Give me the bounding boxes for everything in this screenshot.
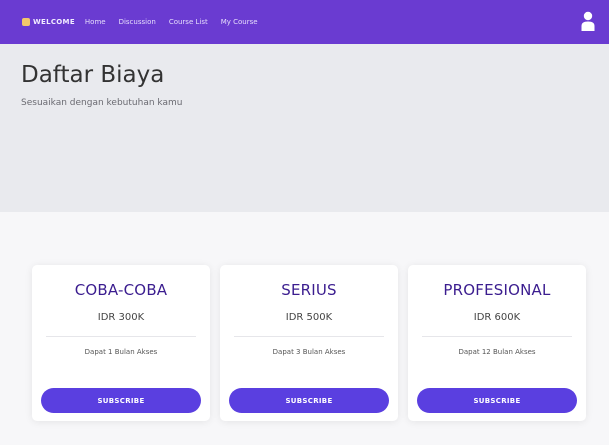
page-subtitle: Sesuaikan dengan kebutuhan kamu	[21, 98, 183, 108]
nav-link-discussion[interactable]: Discussion	[119, 18, 156, 26]
brand-name: WELCOME	[33, 18, 75, 26]
pricing-card-coba-coba: COBA-COBA IDR 300K Dapat 1 Bulan Akses S…	[32, 265, 210, 421]
user-icon[interactable]	[581, 11, 595, 31]
plan-access: Dapat 1 Bulan Akses	[84, 348, 158, 356]
plan-title: SERIUS	[281, 281, 337, 299]
nav-links: Home Discussion Course List My Course	[85, 18, 271, 26]
subscribe-button[interactable]: SUBSCRIBE	[229, 388, 389, 413]
plan-title: COBA-COBA	[74, 281, 168, 299]
top-navbar: WELCOME Home Discussion Course List My C…	[0, 0, 609, 44]
nav-link-course-list[interactable]: Course List	[169, 18, 208, 26]
divider	[422, 336, 572, 337]
nav-link-my-course[interactable]: My Course	[221, 18, 258, 26]
nav-link-home[interactable]: Home	[85, 18, 106, 26]
subscribe-button[interactable]: SUBSCRIBE	[417, 388, 577, 413]
brand-logo[interactable]: WELCOME	[22, 18, 75, 26]
subscribe-button[interactable]: SUBSCRIBE	[41, 388, 201, 413]
divider	[234, 336, 384, 337]
plan-price: IDR 600K	[473, 312, 521, 323]
pricing-cards: COBA-COBA IDR 300K Dapat 1 Bulan Akses S…	[32, 265, 586, 425]
page-title: Daftar Biaya	[21, 62, 165, 88]
plan-access: Dapat 3 Bulan Akses	[272, 348, 346, 356]
plan-title: PROFESIONAL	[443, 281, 551, 299]
plan-access: Dapat 12 Bulan Akses	[458, 348, 536, 356]
pricing-card-serius: SERIUS IDR 500K Dapat 3 Bulan Akses SUBS…	[220, 265, 398, 421]
logo-icon	[22, 18, 30, 26]
divider	[46, 336, 196, 337]
plan-price: IDR 300K	[97, 312, 145, 323]
plan-price: IDR 500K	[285, 312, 333, 323]
pricing-card-profesional: PROFESIONAL IDR 600K Dapat 12 Bulan Akse…	[408, 265, 586, 421]
